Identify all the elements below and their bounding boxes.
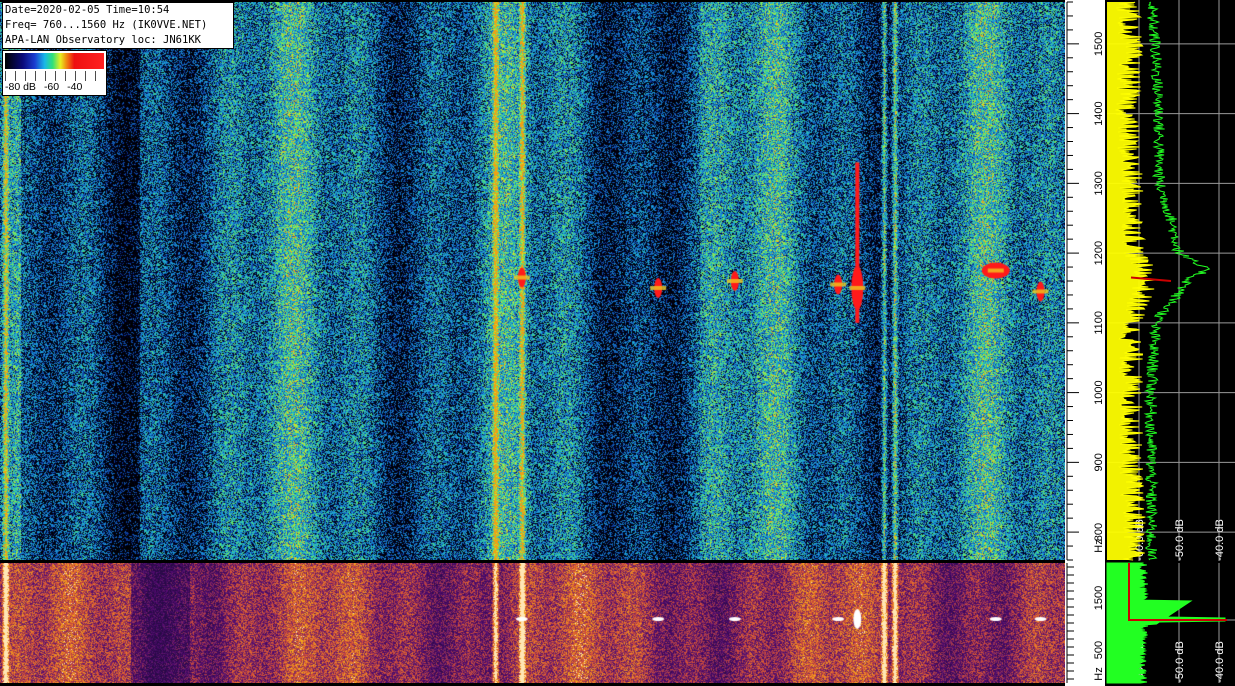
upper-axis-unit: Hz [1093,539,1105,552]
lower-spectrum-panel: -60.0 dB-50.0 dB-40.0 dB [1106,561,1235,686]
lower-frequency-axis: 500 1500 Hz [1065,561,1105,686]
lower-axis-label-1500: 1500 [1093,586,1105,610]
upper-spectrum-tick-label: -40.0 dB [1214,519,1226,561]
scale-label-max: -40 [67,81,83,93]
info-observatory: APA-LAN Observatory loc: JN61KK [5,34,201,46]
upper-axis-label-1300: 1300 [1093,171,1105,195]
upper-spectrum-panel: -60.0 dB -50.0 dB -40.0 dB [1107,0,1235,561]
axes-and-spectrum-overlay: 800900100011001200130014001500Hz -60.0 d… [1065,0,1235,686]
lower-spectrum-tick-label: -50.0 dB [1174,641,1186,683]
lower-axis-label-500: 500 [1093,641,1105,659]
upper-axis-label-800: 800 [1093,523,1105,541]
color-scale-ticks [5,71,104,81]
upper-spectrum-tick-label: -50.0 dB [1174,519,1186,561]
upper-axis-label-1100: 1100 [1093,311,1105,335]
upper-frequency-axis: 800 900 1000 1100 1200 1300 1400 1500 Hz [1065,0,1105,561]
color-scale-bar [5,53,104,69]
info-header: Date=2020-02-05 Time=10:54 Freq= 760...1… [2,2,234,49]
scale-label-mid: -60 [43,81,60,93]
info-frequency-range: Freq= 760...1560 Hz (IK0VVE.NET) [5,19,208,31]
upper-axis-label-1400: 1400 [1093,101,1105,125]
upper-axis-label-900: 900 [1093,453,1105,471]
info-date-time: Date=2020-02-05 Time=10:54 [5,4,170,16]
upper-axis-label-1000: 1000 [1093,380,1105,404]
spectrogram-screen: 800 900 1000 1100 1200 1300 1400 1500 Hz -60.0 d… [0,0,1235,686]
color-scale-legend: -80 dB -60 -40 [2,50,107,96]
upper-axis-label-1200: 1200 [1093,241,1105,265]
lower-axis-unit: Hz [1093,667,1105,680]
upper-axis-label-1500: 1500 [1093,32,1105,56]
lower-spectrum-tick-label: -40.0 dB [1214,641,1226,683]
scale-label-min: -80 dB [5,81,36,93]
color-scale-labels: -80 dB -60 -40 [5,81,90,93]
